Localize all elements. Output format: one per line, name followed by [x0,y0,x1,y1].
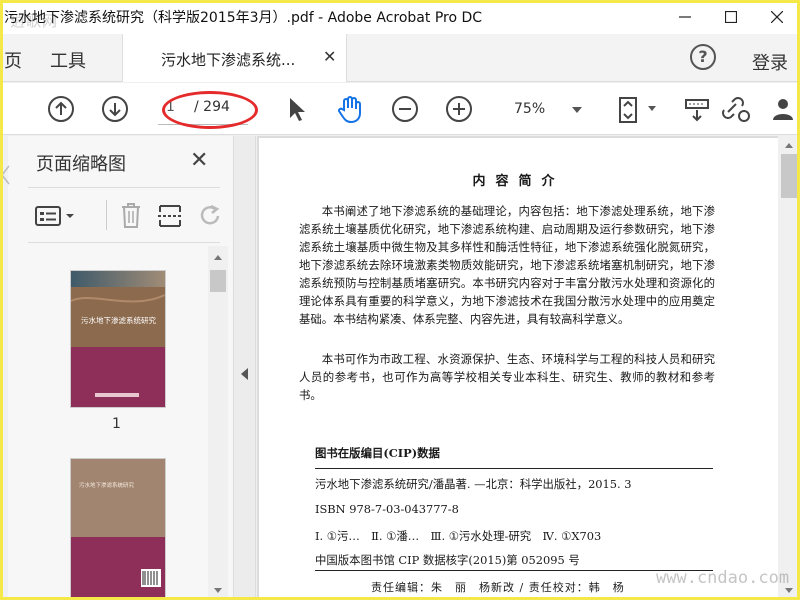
scroll-up-icon[interactable] [778,138,800,152]
back-cover-title: 污水地下渗滤系统研究 [79,483,135,489]
close-tab-icon[interactable]: ✕ [323,47,336,66]
login-button[interactable]: 登录 [752,49,788,75]
rotate-page-icon[interactable] [196,202,226,230]
editor-credits: 责任编辑：朱 丽 杨新改 / 责任校对：韩 杨 [371,581,625,594]
insert-page-icon[interactable] [156,202,184,230]
next-page-icon[interactable] [100,94,130,124]
cover-title: 污水地下渗滤系统研究 [81,316,156,325]
cip-line: 中国版本图书馆 CIP 数据核字(2015)第 052095 号 [315,553,580,567]
main-toolbar: 1 / 294 75% [0,83,800,135]
page-thumbnail[interactable]: 污水地下渗滤系统研究 [70,458,166,598]
scroll-down-icon[interactable] [208,584,228,598]
options-menu-icon[interactable] [34,204,80,228]
scroll-up-icon[interactable] [208,250,228,264]
panel-title: 页面缩略图 [36,154,126,175]
zoom-out-icon[interactable] [390,94,420,124]
window-title: 污水地下渗滤系统研究（科学版2015年3月）.pdf - Adobe Acrob… [4,10,483,26]
maximize-icon [725,11,737,23]
site-watermark: www.cndao.com [656,568,790,588]
window-titlebar: 逍歌网 污水地下渗滤系统研究（科学版2015年3月）.pdf - Adobe A… [0,0,800,34]
minimize-button[interactable] [662,0,708,34]
thumbnail-page-number: 1 [112,416,121,432]
cip-rule-bottom [315,570,713,571]
close-icon [771,11,783,23]
back-cover-image [71,459,165,597]
cip-line: 污水地下渗滤系统研究/潘晶著. —北京：科学出版社，2015. 3 [315,477,632,491]
tab-document-label: 污水地下渗滤系统... [161,51,296,69]
tools-divider [106,200,107,230]
minimize-icon [679,16,691,18]
delete-page-icon[interactable] [118,200,144,230]
scrolling-mode-icon[interactable] [682,94,712,124]
zoom-dropdown[interactable]: 75% [502,97,588,123]
add-person-icon[interactable] [770,94,800,124]
select-pointer-icon[interactable] [284,94,308,124]
close-panel-icon[interactable]: ✕ [190,148,208,173]
document-scrollbar[interactable] [778,136,800,600]
paragraph-summary: 本书阐述了地下渗滤系统的基础理论，内容包括：地下渗滤处理系统，地下渗滤系统土壤基… [299,204,715,326]
share-link-icon[interactable] [718,94,752,124]
tab-bar: 页 工具 污水地下渗滤系统... ✕ ? 登录 [0,34,800,82]
cip-line: Ⅰ. ①污… Ⅱ. ①潘… Ⅲ. ①污水处理-研究 Ⅳ. ①X703 [315,529,602,543]
maximize-button[interactable] [708,0,754,34]
thumbnail-tools [28,198,228,234]
page-heading: 内容简介 [472,174,565,189]
tab-home[interactable]: 页 [4,47,22,73]
paragraph-audience: 本书可作为市政工程、水资源保护、生态、环境科学与工程的科技人员和研究人员的参考书… [299,352,715,402]
thumbnail-scrollbar[interactable] [208,246,228,600]
chevron-down-icon [572,107,582,113]
pdf-page: 内容简介 本书阐述了地下渗滤系统的基础理论，内容包括：地下渗滤处理系统，地下渗滤… [259,138,778,600]
thumbnails-panel: 页面缩略图 ✕ 污水地下渗滤系统研究 1 污水地下渗滤系统研究 [1,136,234,600]
tab-document[interactable]: 污水地下渗滤系统... ✕ [122,34,347,82]
zoom-value: 75% [514,101,546,117]
scroll-thumb[interactable] [210,270,226,292]
page-fit-icon[interactable] [614,94,660,126]
close-window-button[interactable] [754,0,800,34]
panel-divider-2 [28,242,220,243]
panel-divider [28,187,220,188]
panel-tab-arrow-icon[interactable] [0,164,10,186]
thumbnail-list: 污水地下渗滤系统研究 1 污水地下渗滤系统研究 [8,246,208,600]
tab-tools[interactable]: 工具 [50,47,86,73]
help-icon[interactable]: ? [690,44,716,70]
cip-heading: 图书在版编目(CIP)数据 [315,446,440,460]
zoom-in-icon[interactable] [444,94,474,124]
panel-splitter[interactable] [234,136,256,600]
document-viewport[interactable]: 内容简介 本书阐述了地下渗滤系统的基础理论，内容包括：地下渗滤处理系统，地下渗滤… [257,136,800,600]
cip-line: ISBN 978-7-03-043777-8 [315,502,459,516]
collapse-panel-icon[interactable] [241,368,248,380]
cip-rule-top [315,468,713,469]
previous-page-icon[interactable] [46,94,76,124]
hand-tool-icon[interactable] [336,94,366,124]
annotation-circle [162,91,258,129]
scroll-thumb[interactable] [781,154,797,198]
cover-image [70,271,166,407]
page-thumbnail[interactable]: 污水地下渗滤系统研究 [70,270,166,408]
